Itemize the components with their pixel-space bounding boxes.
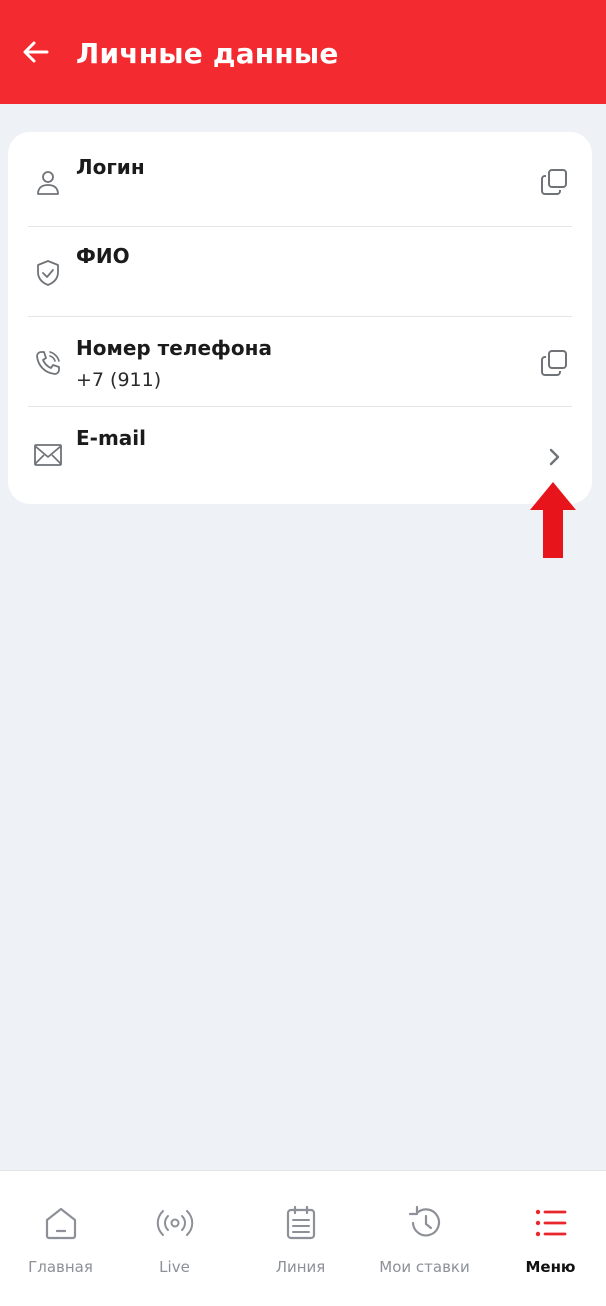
user-icon: [32, 166, 64, 198]
email-open-button[interactable]: [536, 439, 572, 475]
nav-label-live: Live: [159, 1258, 190, 1276]
page-title: Личные данные: [76, 37, 339, 70]
copy-login-button[interactable]: [536, 164, 572, 200]
red-arrow-up-icon: [530, 482, 576, 558]
nav-label-home: Главная: [28, 1258, 93, 1276]
chevron-right-icon: [549, 448, 560, 466]
history-icon: [403, 1201, 447, 1245]
phone-label: Номер телефона: [76, 336, 272, 360]
menu-list-icon: [529, 1201, 573, 1245]
calendar-icon: [279, 1201, 323, 1245]
nav-item-my-bets[interactable]: Мои ставки: [364, 1171, 485, 1306]
email-row[interactable]: E-mail: [28, 407, 572, 497]
nav-item-home[interactable]: Главная: [0, 1171, 121, 1306]
app-header: Личные данные: [0, 0, 606, 104]
nav-label-my-bets: Мои ставки: [379, 1258, 470, 1276]
home-icon: [39, 1201, 83, 1245]
copy-phone-button[interactable]: [536, 345, 572, 381]
nav-label-line: Линия: [275, 1258, 326, 1276]
copy-icon: [541, 350, 567, 376]
copy-icon: [541, 169, 567, 195]
nav-label-menu: Меню: [525, 1258, 576, 1276]
personal-data-card: Логин ФИО Номер телефона +7 (911) E-mail: [8, 132, 592, 504]
login-row: Логин: [28, 132, 572, 222]
phone-icon: [32, 347, 64, 379]
broadcast-icon: [153, 1201, 197, 1245]
fio-row: ФИО: [28, 227, 572, 317]
shield-check-icon: [32, 257, 64, 289]
arrow-left-icon: [23, 41, 49, 63]
nav-item-line[interactable]: Линия: [240, 1171, 361, 1306]
email-label: E-mail: [76, 426, 147, 450]
phone-value: +7 (911): [76, 369, 162, 391]
phone-row: Номер телефона +7 (911): [28, 317, 572, 407]
fio-label: ФИО: [76, 244, 130, 268]
envelope-icon: [32, 439, 64, 471]
bottom-nav: Главная Live Линия Мои ставки Меню: [0, 1170, 606, 1306]
nav-item-menu[interactable]: Меню: [490, 1171, 606, 1306]
login-label: Логин: [76, 155, 145, 179]
back-button[interactable]: [20, 36, 52, 68]
nav-item-live[interactable]: Live: [114, 1171, 235, 1306]
